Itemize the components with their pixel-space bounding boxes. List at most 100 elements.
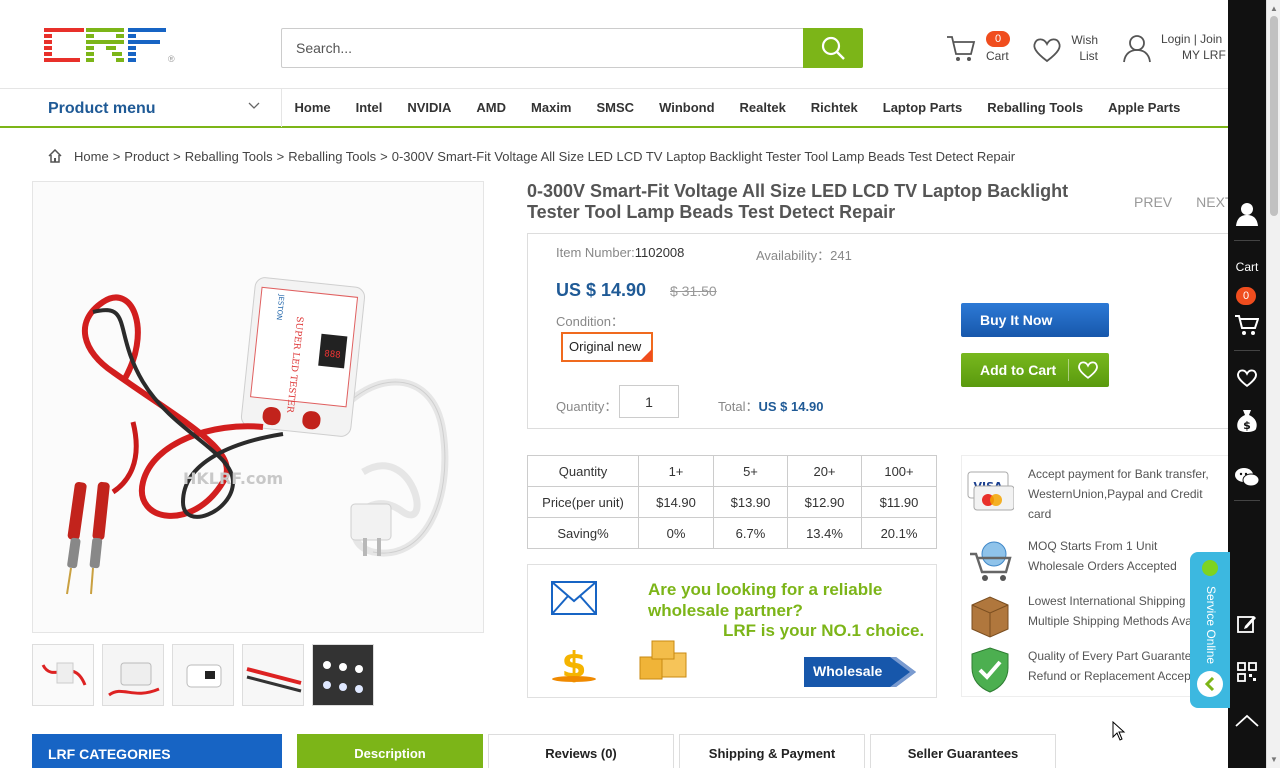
total-price: Total：US $ 14.90 (718, 399, 824, 414)
breadcrumb-separator: > (112, 148, 121, 164)
condition-label: Condition： (556, 314, 624, 329)
sidebar-cart-label[interactable]: Cart (1228, 260, 1266, 274)
product-menu[interactable]: Product menu (0, 89, 282, 127)
sidebar-wishlist[interactable] (1228, 368, 1266, 388)
search-button[interactable] (803, 28, 863, 68)
edit-icon (1237, 616, 1256, 633)
sidebar-divider (1234, 240, 1260, 241)
breadcrumb-reballing-tools-sub[interactable]: Reballing Tools (288, 149, 376, 164)
wechat-icon (1235, 468, 1260, 487)
breadcrumb-product[interactable]: Product (124, 149, 169, 164)
thumbnail[interactable] (242, 644, 304, 706)
image-watermark: HKLRF.com (183, 469, 283, 488)
nav-realtek[interactable]: Realtek (727, 89, 798, 127)
seller-guarantees: VISA Accept payment for Bank transfer, W… (961, 455, 1228, 697)
package-icon (971, 596, 1009, 638)
nav-amd[interactable]: AMD (464, 89, 519, 127)
chevron-up-icon (1235, 714, 1259, 727)
nav-home[interactable]: Home (282, 89, 343, 127)
nav-smsc[interactable]: SMSC (584, 89, 647, 127)
nav-intel[interactable]: Intel (343, 89, 395, 127)
user-icon (1123, 35, 1151, 63)
table-row: Quantity 1+ 5+ 20+ 100+ (527, 455, 937, 487)
envelope-icon (551, 581, 597, 615)
sidebar-user[interactable] (1228, 202, 1266, 226)
service-online-label: Service Online (1204, 586, 1218, 665)
main-nav: Product menu Home Intel NVIDIA AMD Maxim… (0, 88, 1228, 128)
quantity-input[interactable] (619, 385, 679, 418)
search-input[interactable] (282, 29, 802, 67)
nav-maxim[interactable]: Maxim (519, 89, 584, 127)
guarantee-text: MOQ Starts From 1 Unit Wholesale Orders … (1028, 539, 1177, 573)
categories-heading[interactable]: LRF CATEGORIES (32, 734, 282, 768)
scroll-down-icon[interactable]: ▼ (1270, 755, 1278, 764)
purchase-panel: Item Number:1102008 Availability：241 US … (527, 233, 1228, 429)
breadcrumb-separator: > (173, 148, 181, 164)
tab-reviews[interactable]: Reviews (0) (488, 734, 674, 768)
sidebar-divider (1234, 500, 1260, 501)
dollar-icon: $ (552, 645, 596, 683)
my-lrf-link[interactable]: MY LRF (1182, 48, 1226, 62)
breadcrumb-reballing-tools[interactable]: Reballing Tools (185, 149, 273, 164)
condition-option[interactable]: Original new (561, 332, 653, 362)
thumbnail[interactable] (32, 644, 94, 706)
product-main-image[interactable]: 888 SUPER LED TESTER JESTON HKLRF.com (32, 181, 484, 633)
wish-list-label: Wish List (1071, 33, 1098, 63)
scrollbar-thumb[interactable] (1270, 16, 1278, 216)
product-tabs: Description Reviews (0) Shipping & Payme… (297, 734, 1061, 768)
buy-now-button[interactable]: Buy It Now (961, 303, 1109, 337)
thumbnail[interactable] (102, 644, 164, 706)
sale-price: US $ 14.90 (556, 280, 647, 300)
guarantee-text: Accept payment for Bank transfer, Wester… (1028, 467, 1209, 521)
mouse-cursor-icon (1112, 721, 1126, 741)
chevron-left-icon (1204, 677, 1215, 691)
lrf-logo[interactable]: ® (44, 26, 176, 66)
nav-links: Home Intel NVIDIA AMD Maxim SMSC Winbond… (282, 89, 1193, 127)
wholesale-tagline: LRF is your NO.1 choice. (723, 621, 925, 640)
sidebar-feedback[interactable] (1228, 614, 1266, 634)
chat-bot-icon (1202, 560, 1218, 576)
heart-icon (1237, 369, 1257, 388)
shield-check-icon (971, 647, 1009, 693)
sidebar-money[interactable]: $ (1228, 408, 1266, 434)
sidebar-wechat[interactable] (1228, 466, 1266, 488)
scroll-up-icon[interactable]: ▲ (1270, 4, 1278, 13)
thumbnail[interactable] (172, 644, 234, 706)
header-account: Login | Join MY LRF (1122, 30, 1232, 70)
money-bag-icon: $ (1237, 410, 1257, 432)
thumbnail-strip (32, 644, 382, 706)
nav-reballing-tools[interactable]: Reballing Tools (975, 89, 1096, 127)
collapse-button[interactable] (1197, 671, 1223, 697)
sidebar-qr[interactable] (1228, 662, 1266, 682)
nav-nvidia[interactable]: NVIDIA (395, 89, 464, 127)
service-online-widget[interactable]: Service Online (1190, 552, 1230, 708)
prev-link[interactable]: PREV (1134, 194, 1172, 210)
tab-seller-guarantees[interactable]: Seller Guarantees (870, 734, 1056, 768)
back-to-top[interactable] (1228, 714, 1266, 728)
bulk-price-table: Quantity 1+ 5+ 20+ 100+ Price(per unit) … (527, 455, 937, 549)
wholesale-question: Are you looking for a reliable wholesale… (648, 580, 883, 620)
header-wish-list[interactable]: Wish List (1032, 30, 1102, 70)
heart-icon[interactable] (1077, 360, 1099, 380)
right-toolbar: Cart 0 $ (1228, 0, 1266, 768)
nav-apple-parts[interactable]: Apple Parts (1096, 89, 1193, 127)
login-join-link[interactable]: Login | Join (1161, 32, 1222, 46)
sidebar-cart-count: 0 (1236, 287, 1256, 305)
nav-winbond[interactable]: Winbond (647, 89, 727, 127)
breadcrumb-home[interactable]: Home (74, 149, 109, 164)
tab-description[interactable]: Description (297, 734, 483, 768)
nav-laptop-parts[interactable]: Laptop Parts (870, 89, 974, 127)
add-to-cart-button[interactable]: Add to Cart (961, 353, 1109, 387)
quantity-label: Quantity： (556, 399, 618, 414)
thumbnail[interactable] (312, 644, 374, 706)
page-scrollbar[interactable]: ▲ ▼ (1266, 0, 1280, 768)
wholesale-banner: $ Are you looking for a reliable wholesa… (527, 564, 937, 698)
sidebar-cart[interactable] (1228, 314, 1266, 336)
chevron-down-icon (248, 102, 260, 109)
nav-richtek[interactable]: Richtek (798, 89, 870, 127)
svg-text:888: 888 (324, 349, 341, 361)
wholesale-button[interactable]: Wholesale (804, 657, 916, 687)
tab-shipping-payment[interactable]: Shipping & Payment (679, 734, 865, 768)
breadcrumb-separator: > (380, 148, 388, 164)
header-cart[interactable]: 0 Cart (945, 30, 1015, 70)
